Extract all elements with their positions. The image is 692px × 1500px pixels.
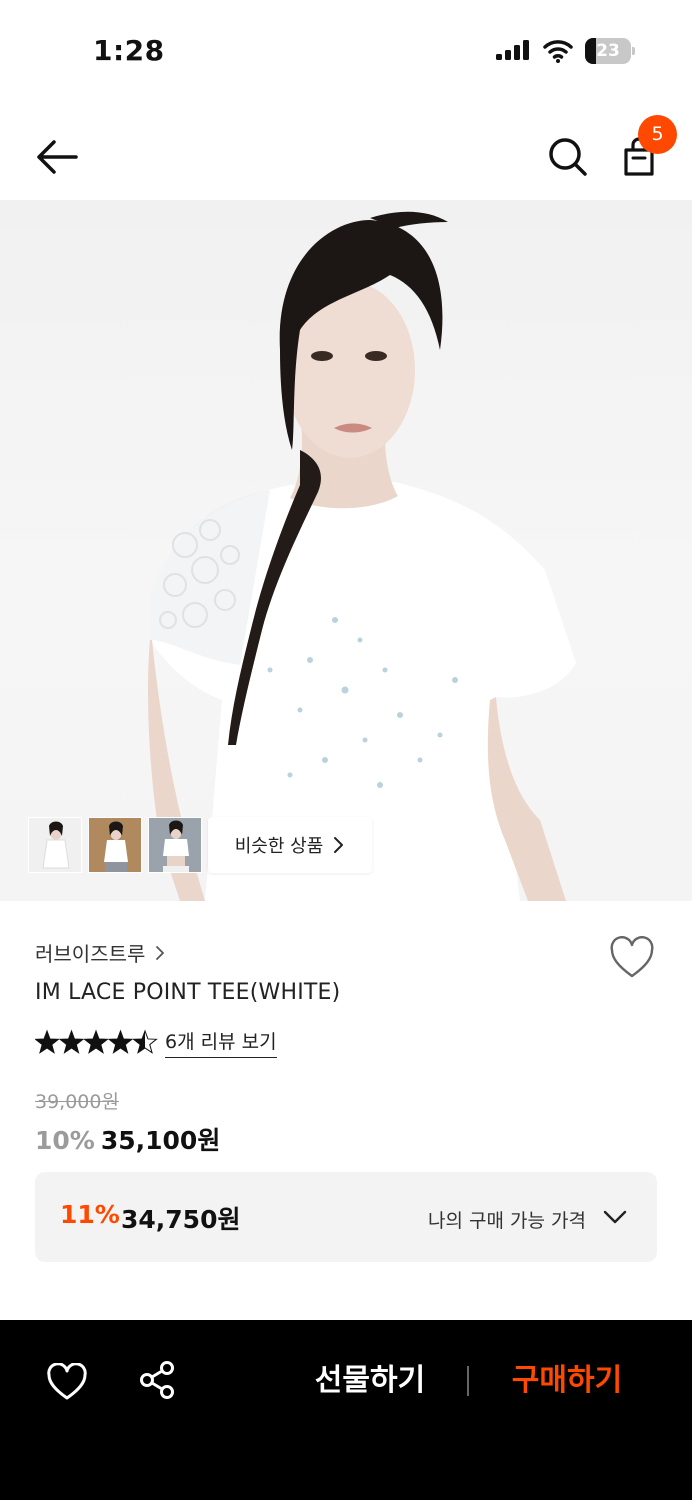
chevron-right-icon [334, 837, 344, 853]
original-price: 39,000원 [35, 1091, 119, 1113]
similar-products-button[interactable]: 비슷한 상품 [208, 817, 372, 873]
thumbnail-3[interactable] [148, 817, 202, 873]
thumbnail-1[interactable] [28, 817, 82, 873]
star-3 [83, 1029, 109, 1054]
thumbnail-strip [28, 817, 202, 873]
rating-row: 6개 리뷰 보기 [35, 1027, 277, 1058]
cart-count-badge[interactable]: 5 [638, 115, 677, 154]
my-price-label: 나의 구매 가능 가격 [428, 1210, 586, 1232]
back-arrow-icon[interactable] [30, 132, 82, 182]
thumbnail-2[interactable] [88, 817, 142, 873]
review-link[interactable]: 6개 리뷰 보기 [165, 1027, 277, 1058]
model-photo [148, 211, 576, 901]
price-row: 10% 35,100원 [35, 1121, 220, 1157]
status-bar: 1:28 23 [0, 0, 692, 100]
similar-products-label: 비슷한 상품 [234, 836, 324, 857]
wifi-icon [543, 40, 573, 63]
gift-button[interactable]: 선물하기 [300, 1358, 440, 1404]
share-icon[interactable] [138, 1360, 176, 1400]
chevron-down-icon[interactable] [602, 1208, 628, 1226]
star-4 [107, 1029, 134, 1054]
buy-button[interactable]: 구매하기 [498, 1358, 636, 1404]
star-1 [35, 1029, 60, 1054]
sale-price: 35,100원 [100, 1126, 221, 1155]
cellular-signal-icon [496, 40, 529, 64]
my-discount-rate: 11% [60, 1200, 120, 1229]
product-image[interactable] [0, 200, 692, 901]
discount-rate: 10% [35, 1126, 95, 1155]
star-5 [132, 1029, 158, 1054]
search-icon[interactable] [543, 132, 593, 182]
bottom-action-bar: 선물하기 구매하기 [0, 1320, 692, 1500]
battery-level: 23 [596, 41, 620, 61]
battery-icon: 23 [585, 38, 635, 64]
star-rating [35, 1029, 158, 1054]
status-time: 1:28 [93, 34, 165, 67]
brand-name: 러브이즈트루 [35, 942, 146, 966]
wishlist-heart-icon[interactable] [608, 936, 656, 980]
brand-link[interactable]: 러브이즈트루 [35, 938, 165, 967]
star-2 [58, 1029, 85, 1054]
my-price-box[interactable]: 11% 34,750원 나의 구매 가능 가격 [35, 1172, 657, 1262]
my-price: 34,750원 [121, 1205, 241, 1234]
divider [467, 1366, 469, 1396]
like-heart-icon[interactable] [46, 1363, 88, 1401]
product-title: IM LACE POINT TEE(WHITE) [35, 980, 341, 1005]
chevron-right-icon [156, 945, 165, 960]
